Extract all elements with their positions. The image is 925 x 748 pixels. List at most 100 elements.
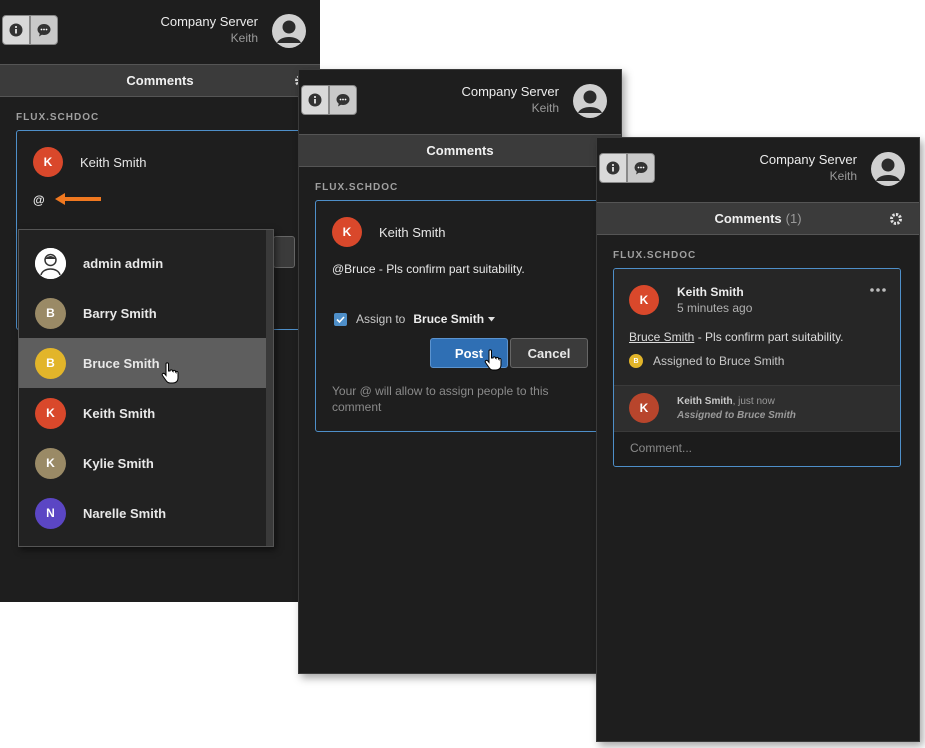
option-avatar: B	[35, 347, 66, 379]
author-name: Keith Smith	[677, 285, 744, 299]
mention-option[interactable]: B Barry Smith	[19, 288, 267, 338]
activity-reply: K Keith Smith, just now Assigned to Bruc…	[614, 385, 900, 432]
current-user: Keith	[230, 31, 258, 45]
comment-input[interactable]: @Bruce - Pls confirm part suitability.	[332, 262, 525, 276]
document-label: FLUX.SCHDOC	[16, 112, 100, 123]
option-avatar: N	[35, 497, 66, 529]
comments-toggle-button[interactable]	[30, 15, 58, 45]
panel-title-bar: Comments	[299, 134, 621, 167]
assignment-status: B Assigned to Bruce Smith	[629, 354, 784, 368]
comment-text-rest: - Pls confirm part suitability.	[694, 330, 844, 344]
document-label: FLUX.SCHDOC	[613, 250, 697, 261]
current-user: Keith	[829, 169, 857, 183]
assigned-text: Assigned to Bruce Smith	[653, 354, 785, 368]
author-name: Keith Smith	[379, 224, 446, 240]
new-comment-card[interactable]: K Keith Smith @Bruce - Pls confirm part …	[315, 200, 605, 432]
author-avatar: K	[332, 217, 362, 247]
comment-thread-card[interactable]: K Keith Smith 5 minutes ago Bruce Smith …	[613, 268, 901, 467]
comments-panel-mention: Company Server Keith Comments FLUX.SCHDO…	[0, 0, 320, 602]
server-name: Company Server	[461, 84, 559, 99]
comment-input[interactable]: @	[33, 193, 45, 207]
reply-time: , just now	[732, 396, 775, 407]
info-icon	[308, 93, 322, 107]
user-profile-icon[interactable]	[272, 14, 306, 48]
option-avatar: K	[35, 447, 66, 479]
mention-link[interactable]: Bruce Smith	[629, 330, 694, 344]
mention-option-selected[interactable]: B Bruce Smith	[19, 338, 267, 388]
reply-input[interactable]: Comment...	[614, 431, 900, 466]
hand-cursor-icon	[161, 362, 179, 384]
reply-avatar: K	[629, 393, 659, 423]
author-avatar: K	[629, 285, 659, 315]
reply-placeholder: Comment...	[630, 441, 693, 455]
mention-option-label: admin admin	[83, 255, 164, 271]
info-button[interactable]	[599, 153, 627, 183]
user-profile-icon[interactable]	[573, 84, 607, 118]
mention-option[interactable]: admin admin	[19, 238, 267, 288]
assignee-avatar: B	[629, 354, 643, 368]
comment-bubble-icon	[37, 24, 51, 37]
server-info: Company Server Keith	[160, 14, 258, 45]
panel-title: Comments	[126, 73, 194, 88]
checkmark-icon	[336, 315, 345, 323]
gear-icon[interactable]	[889, 212, 903, 226]
mention-dropdown: admin admin B Barry Smith B Bruce Smith …	[18, 229, 274, 547]
panel-title-bar: Comments (1)	[597, 202, 919, 235]
assignee-select[interactable]: Bruce Smith	[413, 312, 484, 326]
comments-panel-assign: Company Server Keith Comments FLUX.SCHDO…	[298, 69, 622, 674]
mention-option[interactable]: N Narelle Smith	[19, 488, 267, 538]
info-button[interactable]	[2, 15, 30, 45]
mention-option[interactable]: K Keith Smith	[19, 388, 267, 438]
dropdown-scrollbar[interactable]	[266, 230, 273, 546]
user-profile-icon[interactable]	[871, 152, 905, 186]
reply-author: Keith Smith	[677, 396, 733, 407]
assign-row: Assign to Bruce Smith	[334, 312, 496, 326]
comments-toggle-button[interactable]	[627, 153, 655, 183]
cancel-button[interactable]: Cancel	[510, 338, 588, 368]
chevron-down-icon[interactable]	[488, 316, 496, 322]
comment-count: (1)	[785, 211, 802, 226]
reply-header: Keith Smith, just now	[677, 396, 775, 407]
document-label: FLUX.SCHDOC	[315, 182, 399, 193]
info-icon	[9, 23, 23, 37]
comments-toggle-button[interactable]	[329, 85, 357, 115]
comment-time: 5 minutes ago	[677, 301, 753, 315]
post-button-partial[interactable]	[273, 236, 295, 268]
mention-option-label: Keith Smith	[83, 405, 156, 421]
reply-text: Assigned to Bruce Smith	[677, 410, 796, 421]
mention-option-label: Kylie Smith	[83, 455, 154, 471]
person-outline-icon	[35, 247, 66, 279]
server-name: Company Server	[160, 14, 258, 29]
comments-panel-posted: Company Server Keith Comments (1) FLUX.S…	[596, 137, 920, 742]
mention-option-label: Bruce Smith	[83, 355, 160, 371]
panel-title-bar: Comments	[0, 64, 320, 97]
current-user: Keith	[531, 101, 559, 115]
mention-hint: Your @ will allow to assign people to th…	[332, 384, 549, 414]
server-info: Company Server Keith	[461, 84, 559, 115]
panel-header: Company Server Keith	[299, 70, 621, 132]
author-name: Keith Smith	[80, 154, 147, 170]
author-avatar: K	[33, 147, 63, 177]
panel-header: Company Server Keith	[597, 138, 919, 200]
mention-option-label: Narelle Smith	[83, 505, 167, 521]
option-avatar: B	[35, 297, 66, 329]
panel-title: Comments	[714, 211, 782, 226]
info-button[interactable]	[301, 85, 329, 115]
hand-cursor-icon	[484, 349, 502, 371]
mention-option[interactable]: K Kylie Smith	[19, 438, 267, 488]
server-info: Company Server Keith	[759, 152, 857, 183]
comment-bubble-icon	[336, 94, 350, 107]
mention-option-label: Barry Smith	[83, 305, 157, 321]
option-avatar: K	[35, 397, 66, 429]
assign-checkbox[interactable]	[334, 312, 347, 326]
more-options-icon[interactable]	[870, 288, 886, 292]
panel-header: Company Server Keith	[0, 0, 320, 62]
panel-title: Comments	[426, 143, 494, 158]
comment-text: Bruce Smith - Pls confirm part suitabili…	[629, 330, 844, 344]
comment-body: K Keith Smith 5 minutes ago Bruce Smith …	[614, 269, 900, 385]
comment-bubble-icon	[634, 162, 648, 175]
info-icon	[606, 161, 620, 175]
assign-label: Assign to	[356, 312, 406, 326]
arrow-left-icon	[55, 193, 101, 205]
server-name: Company Server	[759, 152, 857, 167]
